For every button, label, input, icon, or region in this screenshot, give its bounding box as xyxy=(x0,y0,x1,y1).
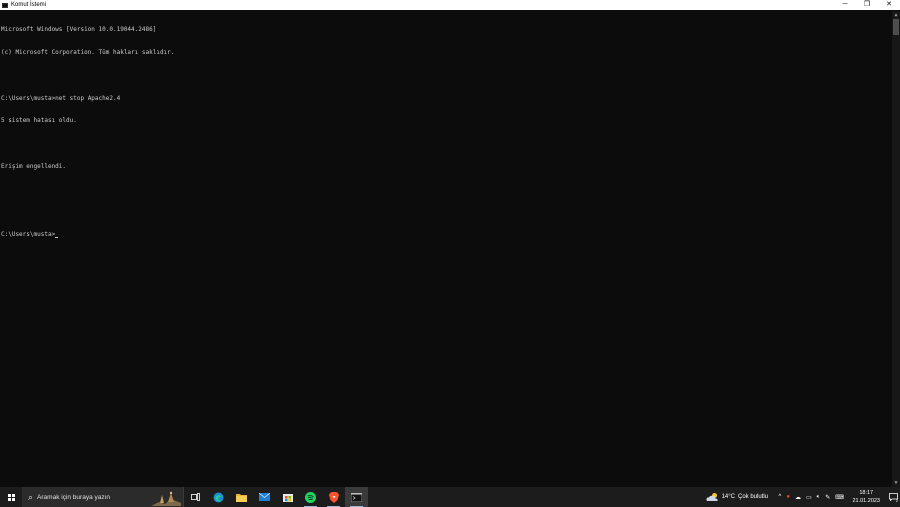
vertical-scrollbar[interactable]: ▲ ▼ xyxy=(892,11,900,487)
search-highlight-illustration-icon xyxy=(151,491,181,506)
terminal-icon xyxy=(351,492,362,502)
scroll-up-arrow-icon[interactable]: ▲ xyxy=(892,11,900,19)
edge-icon xyxy=(213,492,224,502)
command-prompt-taskbar-button[interactable] xyxy=(345,487,368,507)
clock-date: 21.01.2023 xyxy=(852,498,880,504)
clock-time: 18:17 xyxy=(859,490,874,496)
start-button[interactable] xyxy=(0,487,22,507)
windows-logo-icon xyxy=(7,493,15,501)
keyboard-icon[interactable]: ⌨ xyxy=(835,494,844,501)
title-bar[interactable]: Komut İstemi ─ ❐ ✕ xyxy=(0,0,900,10)
console-line: C:\Users\musta>net stop Apache2.4 xyxy=(1,94,121,102)
taskbar: ⌕ Aramak için buraya yazın 14°C Çok bulu… xyxy=(0,487,900,507)
weather-widget[interactable]: 14°C Çok bulutlu xyxy=(705,492,769,502)
search-icon: ⌕ xyxy=(28,491,34,502)
edge-taskbar-button[interactable] xyxy=(207,487,230,507)
app-tray-icon[interactable]: ● xyxy=(786,494,790,500)
brave-icon xyxy=(328,491,339,503)
folder-icon xyxy=(236,493,247,502)
prompt-line[interactable]: C:\Users\musta> xyxy=(1,231,892,239)
minimize-button[interactable]: ─ xyxy=(834,0,856,10)
store-icon xyxy=(282,494,293,502)
window-title: Komut İstemi xyxy=(11,2,47,8)
chevron-up-icon[interactable]: ^ xyxy=(779,494,782,500)
console-output[interactable]: Microsoft Windows [Version 10.0.19044.24… xyxy=(0,11,892,487)
scroll-thumb[interactable] xyxy=(893,19,899,35)
weather-description: Çok bulutlu xyxy=(738,494,769,500)
task-view-icon xyxy=(191,493,200,501)
network-icon[interactable]: ▭ xyxy=(806,494,812,501)
close-button[interactable]: ✕ xyxy=(878,0,900,10)
brave-taskbar-button[interactable] xyxy=(322,487,345,507)
volume-icon[interactable]: 🔈︎ xyxy=(817,494,821,501)
restore-button[interactable]: ❐ xyxy=(856,0,878,10)
clock[interactable]: 18:17 21.01.2023 xyxy=(852,489,880,505)
prompt-text: C:\Users\musta> xyxy=(1,231,56,239)
spotify-taskbar-button[interactable] xyxy=(299,487,322,507)
scroll-down-arrow-icon[interactable]: ▼ xyxy=(892,479,900,487)
file-explorer-taskbar-button[interactable] xyxy=(230,487,253,507)
pen-icon[interactable]: ✎ xyxy=(825,494,830,501)
notification-center-button[interactable]: 2 xyxy=(886,487,900,507)
mail-taskbar-button[interactable] xyxy=(253,487,276,507)
console-line: (c) Microsoft Corporation. Tüm hakları s… xyxy=(1,48,175,56)
console-line: Erişim engellendi. xyxy=(1,162,67,170)
text-cursor xyxy=(55,236,59,238)
mail-icon xyxy=(259,493,270,501)
temperature: 14°C xyxy=(721,494,735,500)
task-view-button[interactable] xyxy=(184,487,207,507)
search-placeholder: Aramak için buraya yazın xyxy=(37,493,111,501)
onedrive-icon[interactable]: ☁ xyxy=(795,494,801,501)
console-line: 5 sistem hatası oldu. xyxy=(1,117,77,125)
cloud-sun-icon xyxy=(705,493,718,501)
spotify-icon xyxy=(305,491,316,503)
command-prompt-icon xyxy=(2,2,8,8)
store-taskbar-button[interactable] xyxy=(276,487,299,507)
console-line: Microsoft Windows [Version 10.0.19044.24… xyxy=(1,26,157,34)
system-tray: 14°C Çok bulutlu ^ ● ☁ ▭ 🔈︎ ✎ ⌨ 18:17 21… xyxy=(705,487,900,507)
taskbar-search-box[interactable]: ⌕ Aramak için buraya yazın xyxy=(22,487,184,507)
notification-count: 2 xyxy=(895,498,898,503)
